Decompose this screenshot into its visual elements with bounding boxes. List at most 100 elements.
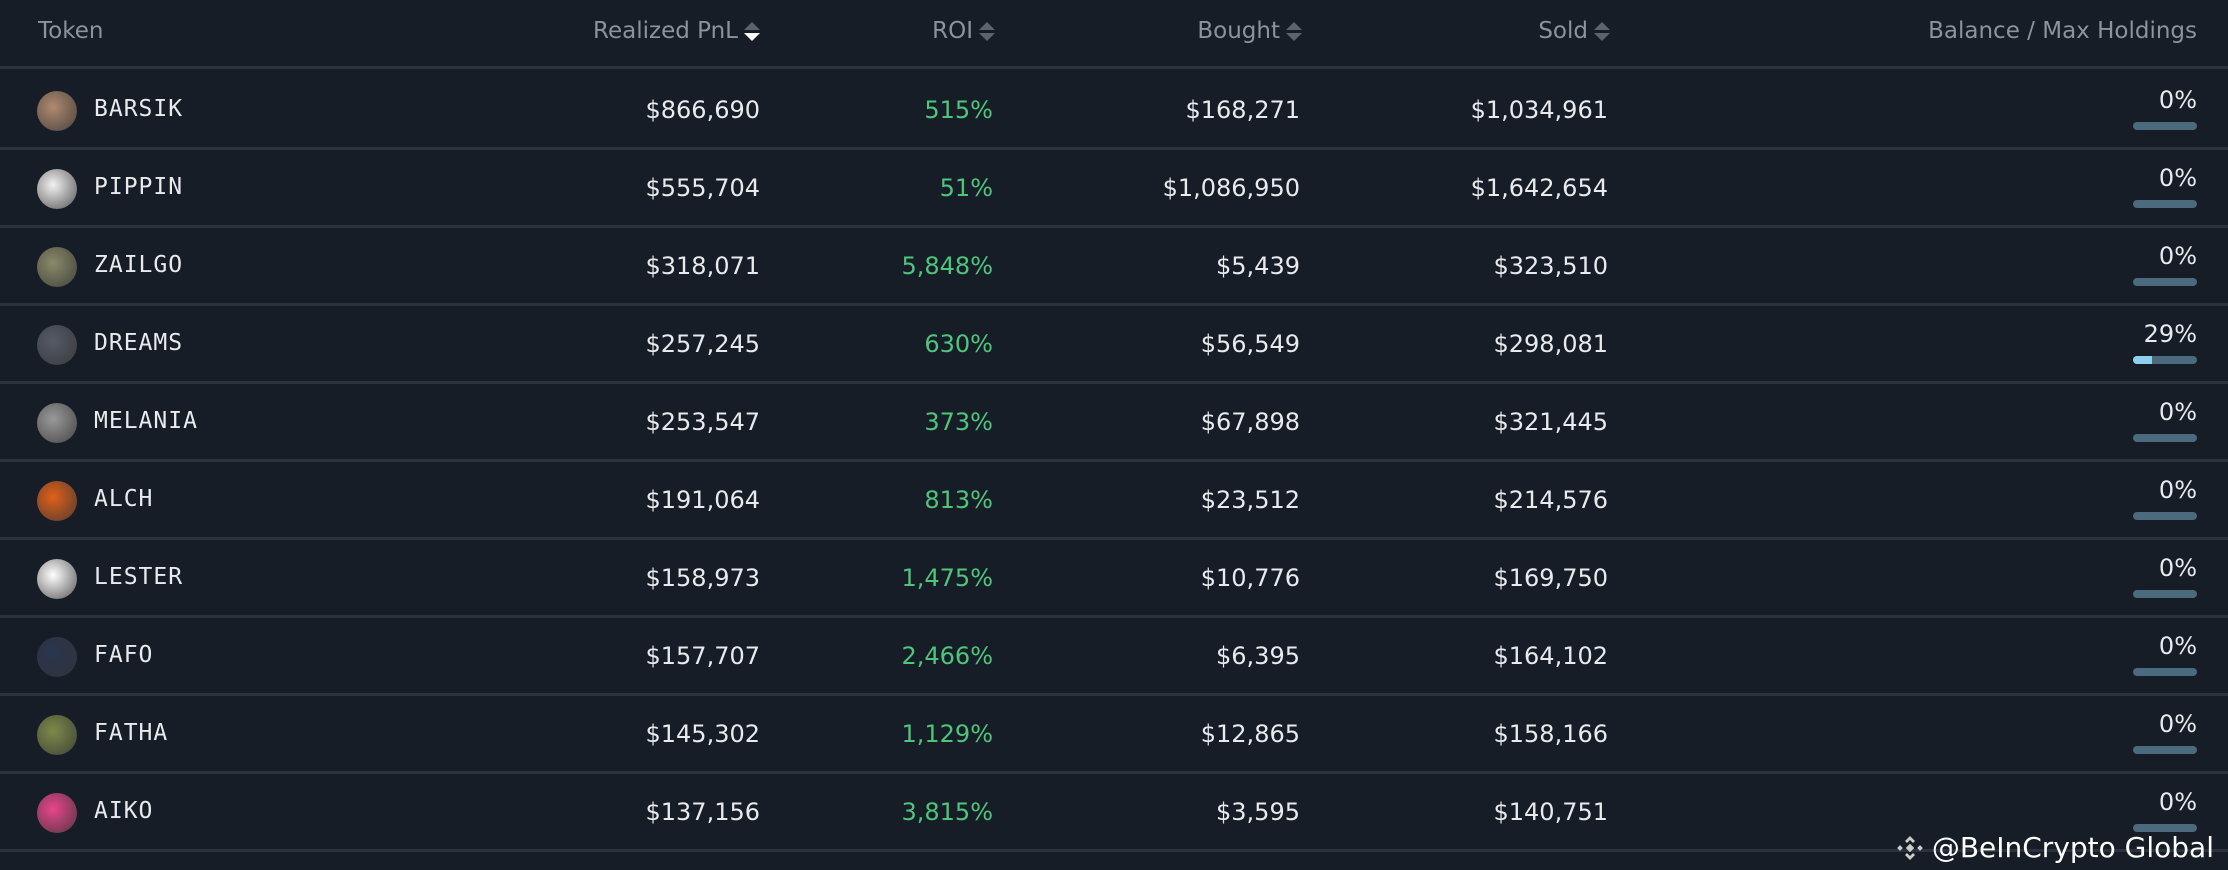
sold: $164,102 [1493,642,1608,670]
sort-icon[interactable] [979,21,995,41]
table-row[interactable]: ALCH $191,064 813% $23,512 $214,576 0% [0,462,2228,540]
balance-percent: 0% [2158,242,2197,270]
token-name[interactable]: PIPPIN [94,174,183,200]
realized-pnl: $137,156 [645,798,760,826]
table-row[interactable]: DREAMS $257,245 630% $56,549 $298,081 29… [0,306,2228,384]
table-row[interactable]: BARSIK $866,690 515% $168,271 $1,034,961… [0,72,2228,150]
holdings-progress-bar [2133,278,2197,286]
token-name[interactable]: FATHA [94,720,168,746]
bought: $3,595 [1216,798,1300,826]
header-label: Sold [1538,18,1588,44]
realized-pnl: $158,973 [645,564,760,592]
sold: $158,166 [1493,720,1608,748]
balance-percent: 0% [2158,788,2197,816]
table-row[interactable]: FATHA $145,302 1,129% $12,865 $158,166 0… [0,696,2228,774]
holdings-progress-fill [2133,356,2152,364]
header-label: Token [38,18,104,44]
sold: $140,751 [1493,798,1608,826]
token-name[interactable]: ALCH [94,486,153,512]
token-name[interactable]: BARSIK [94,96,183,122]
column-header-realized-pnl[interactable]: Realized PnL [593,18,760,44]
token-avatar [37,91,77,131]
sold: $321,445 [1493,408,1608,436]
balance-percent: 0% [2158,398,2197,426]
header-label: Balance / Max Holdings [1928,18,2197,44]
sold: $323,510 [1493,252,1608,280]
roi: 5,848% [901,252,993,280]
token-name[interactable]: MELANIA [94,408,198,434]
column-header-roi[interactable]: ROI [932,18,995,44]
sold: $1,034,961 [1470,96,1608,124]
sort-icon[interactable] [744,21,760,41]
token-avatar [37,481,77,521]
header-label: ROI [932,18,973,44]
token-name[interactable]: AIKO [94,798,153,824]
holdings-progress-bar [2133,512,2197,520]
table-header: Token Realized PnL ROI Bought Sold Balan… [0,0,2228,69]
roi: 1,129% [901,720,993,748]
token-name[interactable]: DREAMS [94,330,183,356]
token-avatar [37,169,77,209]
sold: $298,081 [1493,330,1608,358]
table-row[interactable]: PIPPIN $555,704 51% $1,086,950 $1,642,65… [0,150,2228,228]
column-header-balance: Balance / Max Holdings [1928,18,2197,44]
holdings-progress-bar [2133,122,2197,130]
table-row[interactable]: AIKO $137,156 3,815% $3,595 $140,751 0% [0,774,2228,852]
bought: $67,898 [1200,408,1300,436]
realized-pnl: $157,707 [645,642,760,670]
holdings-progress-bar [2133,356,2197,364]
table-row[interactable]: LESTER $158,973 1,475% $10,776 $169,750 … [0,540,2228,618]
token-avatar [37,247,77,287]
column-header-sold[interactable]: Sold [1538,18,1610,44]
token-avatar [37,793,77,833]
roi: 515% [924,96,993,124]
bought: $10,776 [1200,564,1300,592]
balance-percent: 0% [2158,632,2197,660]
binance-logo-icon [1896,835,1923,860]
header-label: Bought [1197,18,1280,44]
token-avatar [37,715,77,755]
realized-pnl: $191,064 [645,486,760,514]
realized-pnl: $257,245 [645,330,760,358]
bought: $1,086,950 [1162,174,1300,202]
holdings-progress-bar [2133,590,2197,598]
table-row[interactable]: MELANIA $253,547 373% $67,898 $321,445 0… [0,384,2228,462]
realized-pnl: $555,704 [645,174,760,202]
token-name[interactable]: LESTER [94,564,183,590]
sort-icon[interactable] [1286,21,1302,41]
sold: $1,642,654 [1470,174,1608,202]
column-header-bought[interactable]: Bought [1197,18,1302,44]
balance-percent: 0% [2158,86,2197,114]
watermark: @BeInCrypto Global [1896,831,2214,864]
realized-pnl: $253,547 [645,408,760,436]
balance-percent: 0% [2158,554,2197,582]
roi: 813% [924,486,993,514]
holdings-progress-bar [2133,434,2197,442]
bought: $6,395 [1216,642,1300,670]
token-avatar [37,325,77,365]
roi: 3,815% [901,798,993,826]
token-avatar [37,403,77,443]
bought: $12,865 [1200,720,1300,748]
realized-pnl: $145,302 [645,720,760,748]
column-header-token: Token [38,18,103,44]
bought: $168,271 [1185,96,1300,124]
sold: $214,576 [1493,486,1608,514]
header-label: Realized PnL [593,18,738,44]
sold: $169,750 [1493,564,1608,592]
roi: 373% [924,408,993,436]
realized-pnl: $318,071 [645,252,760,280]
bought: $5,439 [1216,252,1300,280]
token-avatar [37,637,77,677]
balance-percent: 29% [2143,320,2197,348]
token-avatar [37,559,77,599]
table-row[interactable]: ZAILGO $318,071 5,848% $5,439 $323,510 0… [0,228,2228,306]
token-name[interactable]: FAFO [94,642,153,668]
holdings-progress-bar [2133,746,2197,754]
roi: 51% [939,174,993,202]
balance-percent: 0% [2158,476,2197,504]
realized-pnl: $866,690 [645,96,760,124]
sort-icon[interactable] [1594,21,1610,41]
table-row[interactable]: FAFO $157,707 2,466% $6,395 $164,102 0% [0,618,2228,696]
token-name[interactable]: ZAILGO [94,252,183,278]
